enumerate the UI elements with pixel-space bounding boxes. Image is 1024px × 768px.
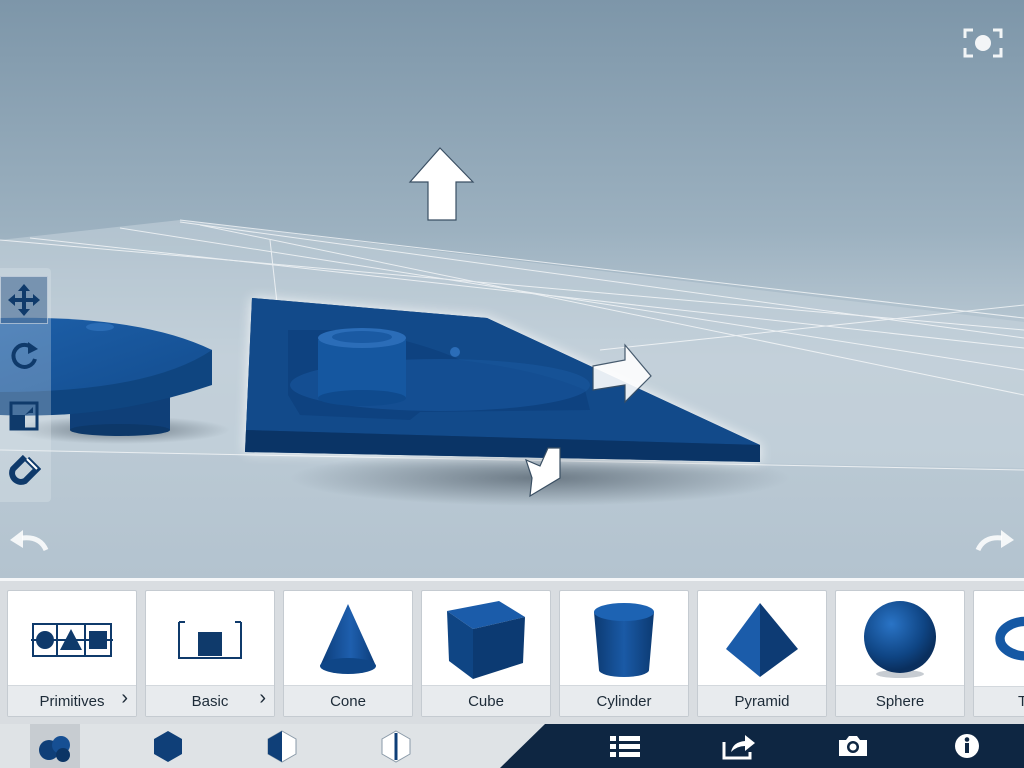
half-view-button[interactable] <box>259 724 305 768</box>
redo-icon <box>975 530 1014 552</box>
bottom-toolbar <box>0 724 1024 768</box>
info-icon <box>955 734 979 758</box>
library-item-label: Sphere <box>836 685 964 716</box>
scale-icon <box>9 401 39 431</box>
chevron-right-icon: › <box>121 687 128 709</box>
library-item-sphere[interactable]: Sphere <box>835 590 965 717</box>
scale-tool-button[interactable] <box>0 392 48 440</box>
scene-canvas[interactable] <box>0 0 1024 578</box>
snap-tool-button[interactable] <box>0 448 48 496</box>
transform-tool-panel <box>0 268 51 502</box>
half-hexagon-icon <box>267 730 297 763</box>
move-tool-button[interactable] <box>0 276 48 324</box>
move-arrows-icon <box>8 284 40 316</box>
cone-icon <box>320 603 376 674</box>
solid-hexagon-icon <box>154 731 182 762</box>
primitives-icon <box>31 622 113 657</box>
rotate-tool-button[interactable] <box>0 332 48 380</box>
fullscreen-icon <box>963 28 1003 58</box>
library-item-pyramid[interactable]: Pyramid <box>697 590 827 717</box>
fullscreen-button[interactable] <box>960 26 1006 60</box>
library-item-label: Cone <box>284 685 412 716</box>
shapes-icon <box>39 736 70 762</box>
undo-icon <box>10 530 49 552</box>
cylinder-icon <box>594 602 654 677</box>
library-item-label: Basic <box>146 685 274 716</box>
chevron-right-icon: › <box>259 687 266 709</box>
library-item-basic[interactable]: Basic › <box>145 590 275 717</box>
shape-library[interactable]: Primitives › Basic › Cone Cube Cylinder … <box>0 578 1024 727</box>
list-icon <box>610 736 640 757</box>
library-item-label: Pyramid <box>698 685 826 716</box>
undo-button[interactable] <box>6 526 50 556</box>
share-button[interactable] <box>716 724 762 768</box>
camera-button[interactable] <box>830 724 876 768</box>
rotate-icon <box>11 342 38 369</box>
solid-view-button[interactable] <box>145 724 191 768</box>
library-item-label: Cube <box>422 685 550 716</box>
share-icon <box>722 735 755 760</box>
magnet-icon <box>9 455 41 485</box>
info-button[interactable] <box>944 724 990 768</box>
sphere-icon <box>864 600 936 678</box>
cube-icon <box>447 600 525 679</box>
library-item-label: Primitives <box>8 685 136 716</box>
list-button[interactable] <box>602 724 648 768</box>
move-up-arrow-icon <box>408 147 475 221</box>
pyramid-icon <box>726 602 798 677</box>
library-item-cylinder[interactable]: Cylinder <box>559 590 689 717</box>
torus-icon <box>995 616 1024 661</box>
outline-view-button[interactable] <box>373 724 419 768</box>
library-item-cube[interactable]: Cube <box>421 590 551 717</box>
redo-button[interactable] <box>974 526 1018 556</box>
basic-bin-icon <box>178 620 242 659</box>
library-item-label: T <box>974 686 1024 716</box>
library-item-label: Cylinder <box>560 685 688 716</box>
camera-icon <box>839 736 867 756</box>
library-item-cone[interactable]: Cone <box>283 590 413 717</box>
library-item-primitives[interactable]: Primitives › <box>7 590 137 717</box>
3d-viewport[interactable] <box>0 0 1024 578</box>
library-item-torus[interactable]: T <box>973 590 1024 717</box>
outline-hexagon-icon <box>381 730 411 763</box>
view-shapes-button[interactable] <box>30 724 80 768</box>
